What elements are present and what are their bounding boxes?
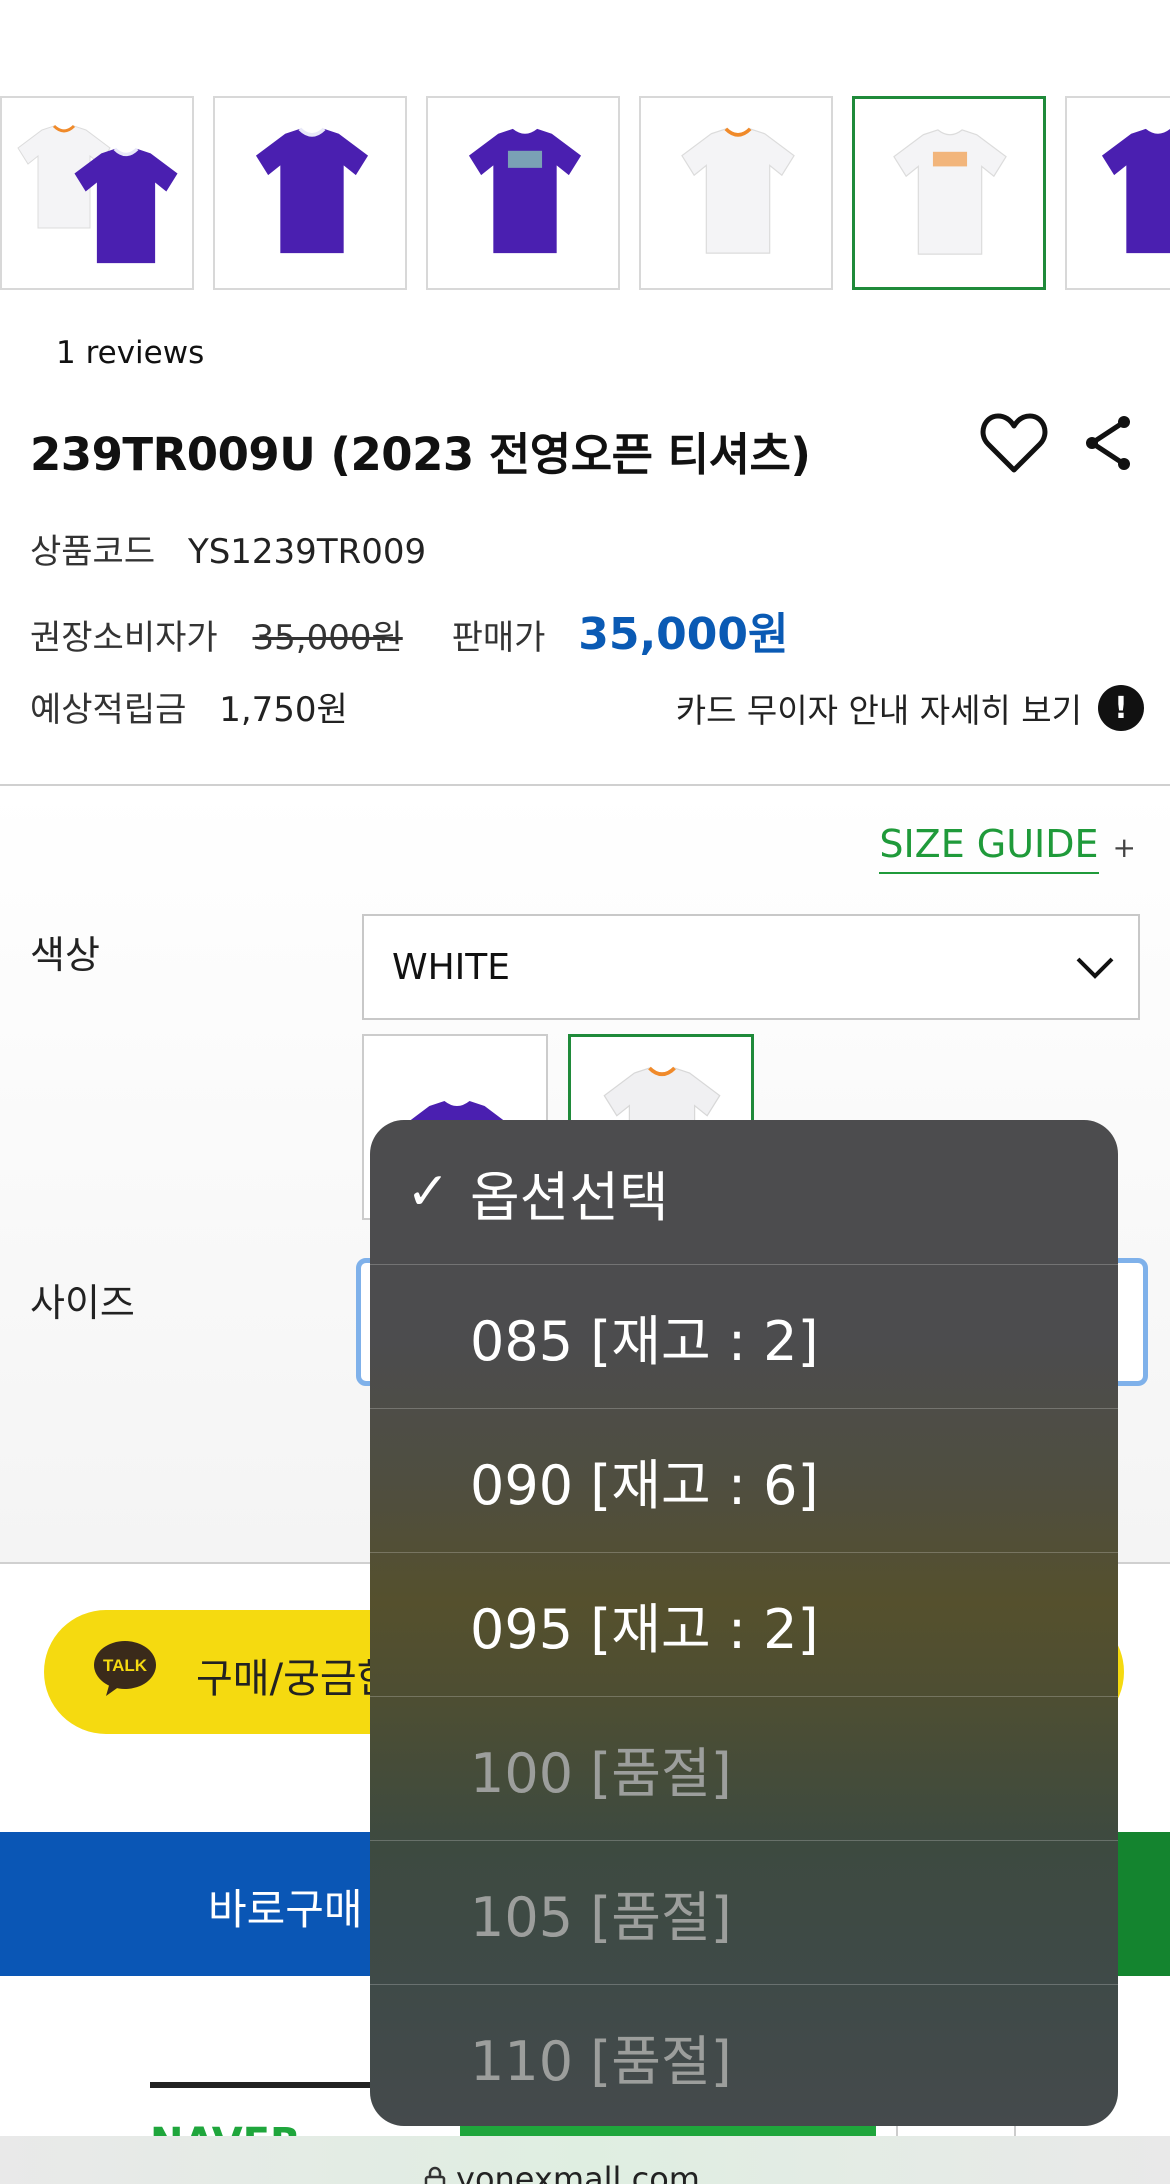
buy-now-button[interactable]: 바로구매	[208, 1876, 363, 1937]
size-guide-text[interactable]: SIZE GUIDE	[879, 822, 1099, 874]
thumbnail-4[interactable]	[639, 96, 833, 290]
dropdown-option-label: 095 [재고 : 2]	[470, 1598, 819, 1661]
url-display[interactable]: yonexmall.com	[424, 2160, 700, 2184]
msrp-label: 권장소비자가	[30, 618, 218, 658]
thumbnail-1[interactable]	[0, 96, 194, 290]
purple-tshirt-image	[1097, 124, 1170, 258]
dropdown-option-label: 110 [품절]	[470, 2030, 732, 2093]
product-code: YS1239TR009	[187, 532, 427, 572]
points-value: 1,750원	[219, 690, 348, 730]
dropdown-option-095[interactable]: 095 [재고 : 2]	[370, 1552, 1118, 1696]
purple-tshirt-back-image	[464, 124, 586, 258]
thumbnail-6[interactable]	[1065, 96, 1170, 290]
product-code-label: 상품코드	[30, 532, 156, 572]
dropdown-option-label: 105 [품절]	[470, 1886, 732, 1949]
chevron-down-icon	[1076, 957, 1114, 979]
dropdown-option-label: 085 [재고 : 2]	[470, 1310, 819, 1373]
purple-tshirt-image	[70, 144, 182, 268]
product-title: 239TR009U (2023 전영오픈 티셔츠)	[30, 428, 811, 481]
points-label: 예상적립금	[30, 690, 187, 730]
thumbnail-strip[interactable]	[0, 96, 1170, 292]
exclamation-icon[interactable]: !	[1098, 685, 1144, 731]
dropdown-option-label: 100 [품절]	[470, 1742, 732, 1805]
card-installment-info[interactable]: 카드 무이자 안내 자세히 보기 !	[676, 684, 1144, 732]
kakao-talk-label[interactable]: 구매/궁금한	[196, 1646, 393, 1704]
dropdown-option-105-soldout: 105 [품절]	[370, 1840, 1118, 1984]
dropdown-option-090[interactable]: 090 [재고 : 6]	[370, 1408, 1118, 1552]
dropdown-option-100-soldout: 100 [품절]	[370, 1696, 1118, 1840]
price-row: 권장소비자가 35,000원 판매가 35,000원	[30, 598, 789, 662]
plus-icon: +	[1112, 831, 1136, 864]
size-guide-link[interactable]: SIZE GUIDE +	[879, 822, 1136, 874]
points-row: 예상적립금 1,750원	[30, 682, 348, 731]
heart-icon[interactable]	[980, 412, 1048, 474]
thumbnail-5-selected[interactable]	[852, 96, 1046, 290]
url-text: yonexmall.com	[456, 2160, 700, 2184]
card-info-text[interactable]: 카드 무이자 안내 자세히 보기	[676, 684, 1082, 732]
share-icon[interactable]	[1082, 414, 1134, 472]
white-tshirt-image	[677, 124, 799, 258]
purple-tshirt-image	[251, 124, 373, 258]
price-value: 35,000원	[578, 609, 789, 660]
color-select-value: WHITE	[392, 946, 511, 988]
thumbnail-2[interactable]	[213, 96, 407, 290]
thumbnail-3[interactable]	[426, 96, 620, 290]
dropdown-option-label: 090 [재고 : 6]	[470, 1454, 819, 1517]
product-code-row: 상품코드 YS1239TR009	[30, 524, 426, 573]
msrp-value: 35,000원	[252, 618, 403, 658]
size-label: 사이즈	[30, 1281, 135, 1325]
white-tshirt-back-image	[889, 125, 1011, 259]
dropdown-option-085[interactable]: 085 [재고 : 2]	[370, 1264, 1118, 1408]
size-dropdown-popup[interactable]: ✓ 옵션선택 085 [재고 : 2] 090 [재고 : 6] 095 [재고…	[370, 1120, 1118, 2126]
price-label: 판매가	[451, 618, 546, 658]
review-count[interactable]: 1 reviews	[56, 335, 204, 371]
dropdown-option-label: 옵션선택	[470, 1165, 669, 1229]
check-icon: ✓	[406, 1162, 450, 1222]
lock-icon	[424, 2166, 446, 2184]
color-select[interactable]: WHITE	[362, 914, 1140, 1020]
dropdown-option-placeholder[interactable]: ✓ 옵션선택	[370, 1120, 1118, 1264]
color-label: 색상	[30, 933, 100, 977]
kakao-talk-icon: TALK	[94, 1641, 156, 1696]
svg-text:TALK: TALK	[103, 1656, 148, 1675]
dropdown-option-110-soldout: 110 [품절]	[370, 1984, 1118, 2126]
